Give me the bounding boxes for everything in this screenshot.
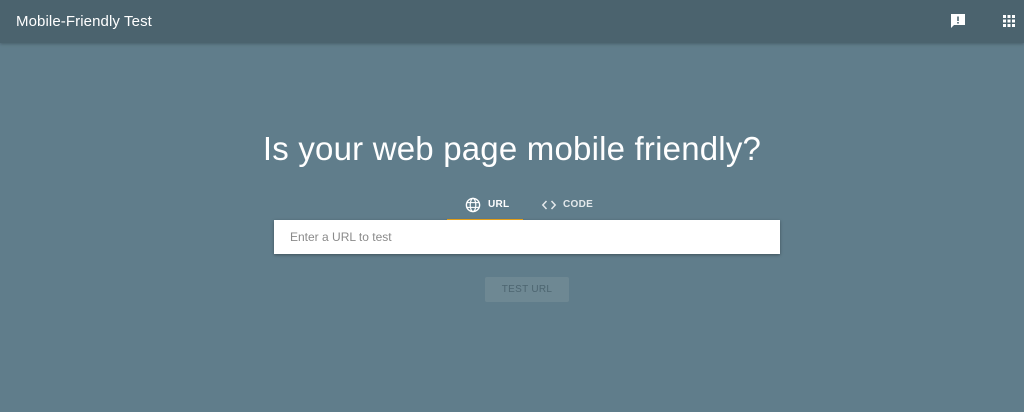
feedback-icon: [951, 14, 965, 28]
tab-code[interactable]: CODE: [531, 190, 601, 220]
tab-url[interactable]: URL: [447, 190, 523, 222]
app-header: Mobile-Friendly Test: [0, 0, 1024, 43]
tab-url-label: URL: [488, 199, 510, 210]
app-title: Mobile-Friendly Test: [16, 13, 152, 30]
globe-icon: [465, 197, 481, 213]
apps-button[interactable]: [998, 10, 1020, 32]
apps-grid-icon: [1003, 15, 1015, 27]
code-icon: [541, 200, 557, 210]
url-input[interactable]: [274, 220, 780, 254]
page-headline: Is your web page mobile friendly?: [262, 130, 762, 167]
tab-code-label: CODE: [563, 199, 594, 210]
feedback-button[interactable]: [947, 10, 969, 32]
test-url-button[interactable]: TEST URL: [485, 277, 569, 302]
page: Mobile-Friendly Test Is your web page mo…: [0, 0, 1024, 412]
